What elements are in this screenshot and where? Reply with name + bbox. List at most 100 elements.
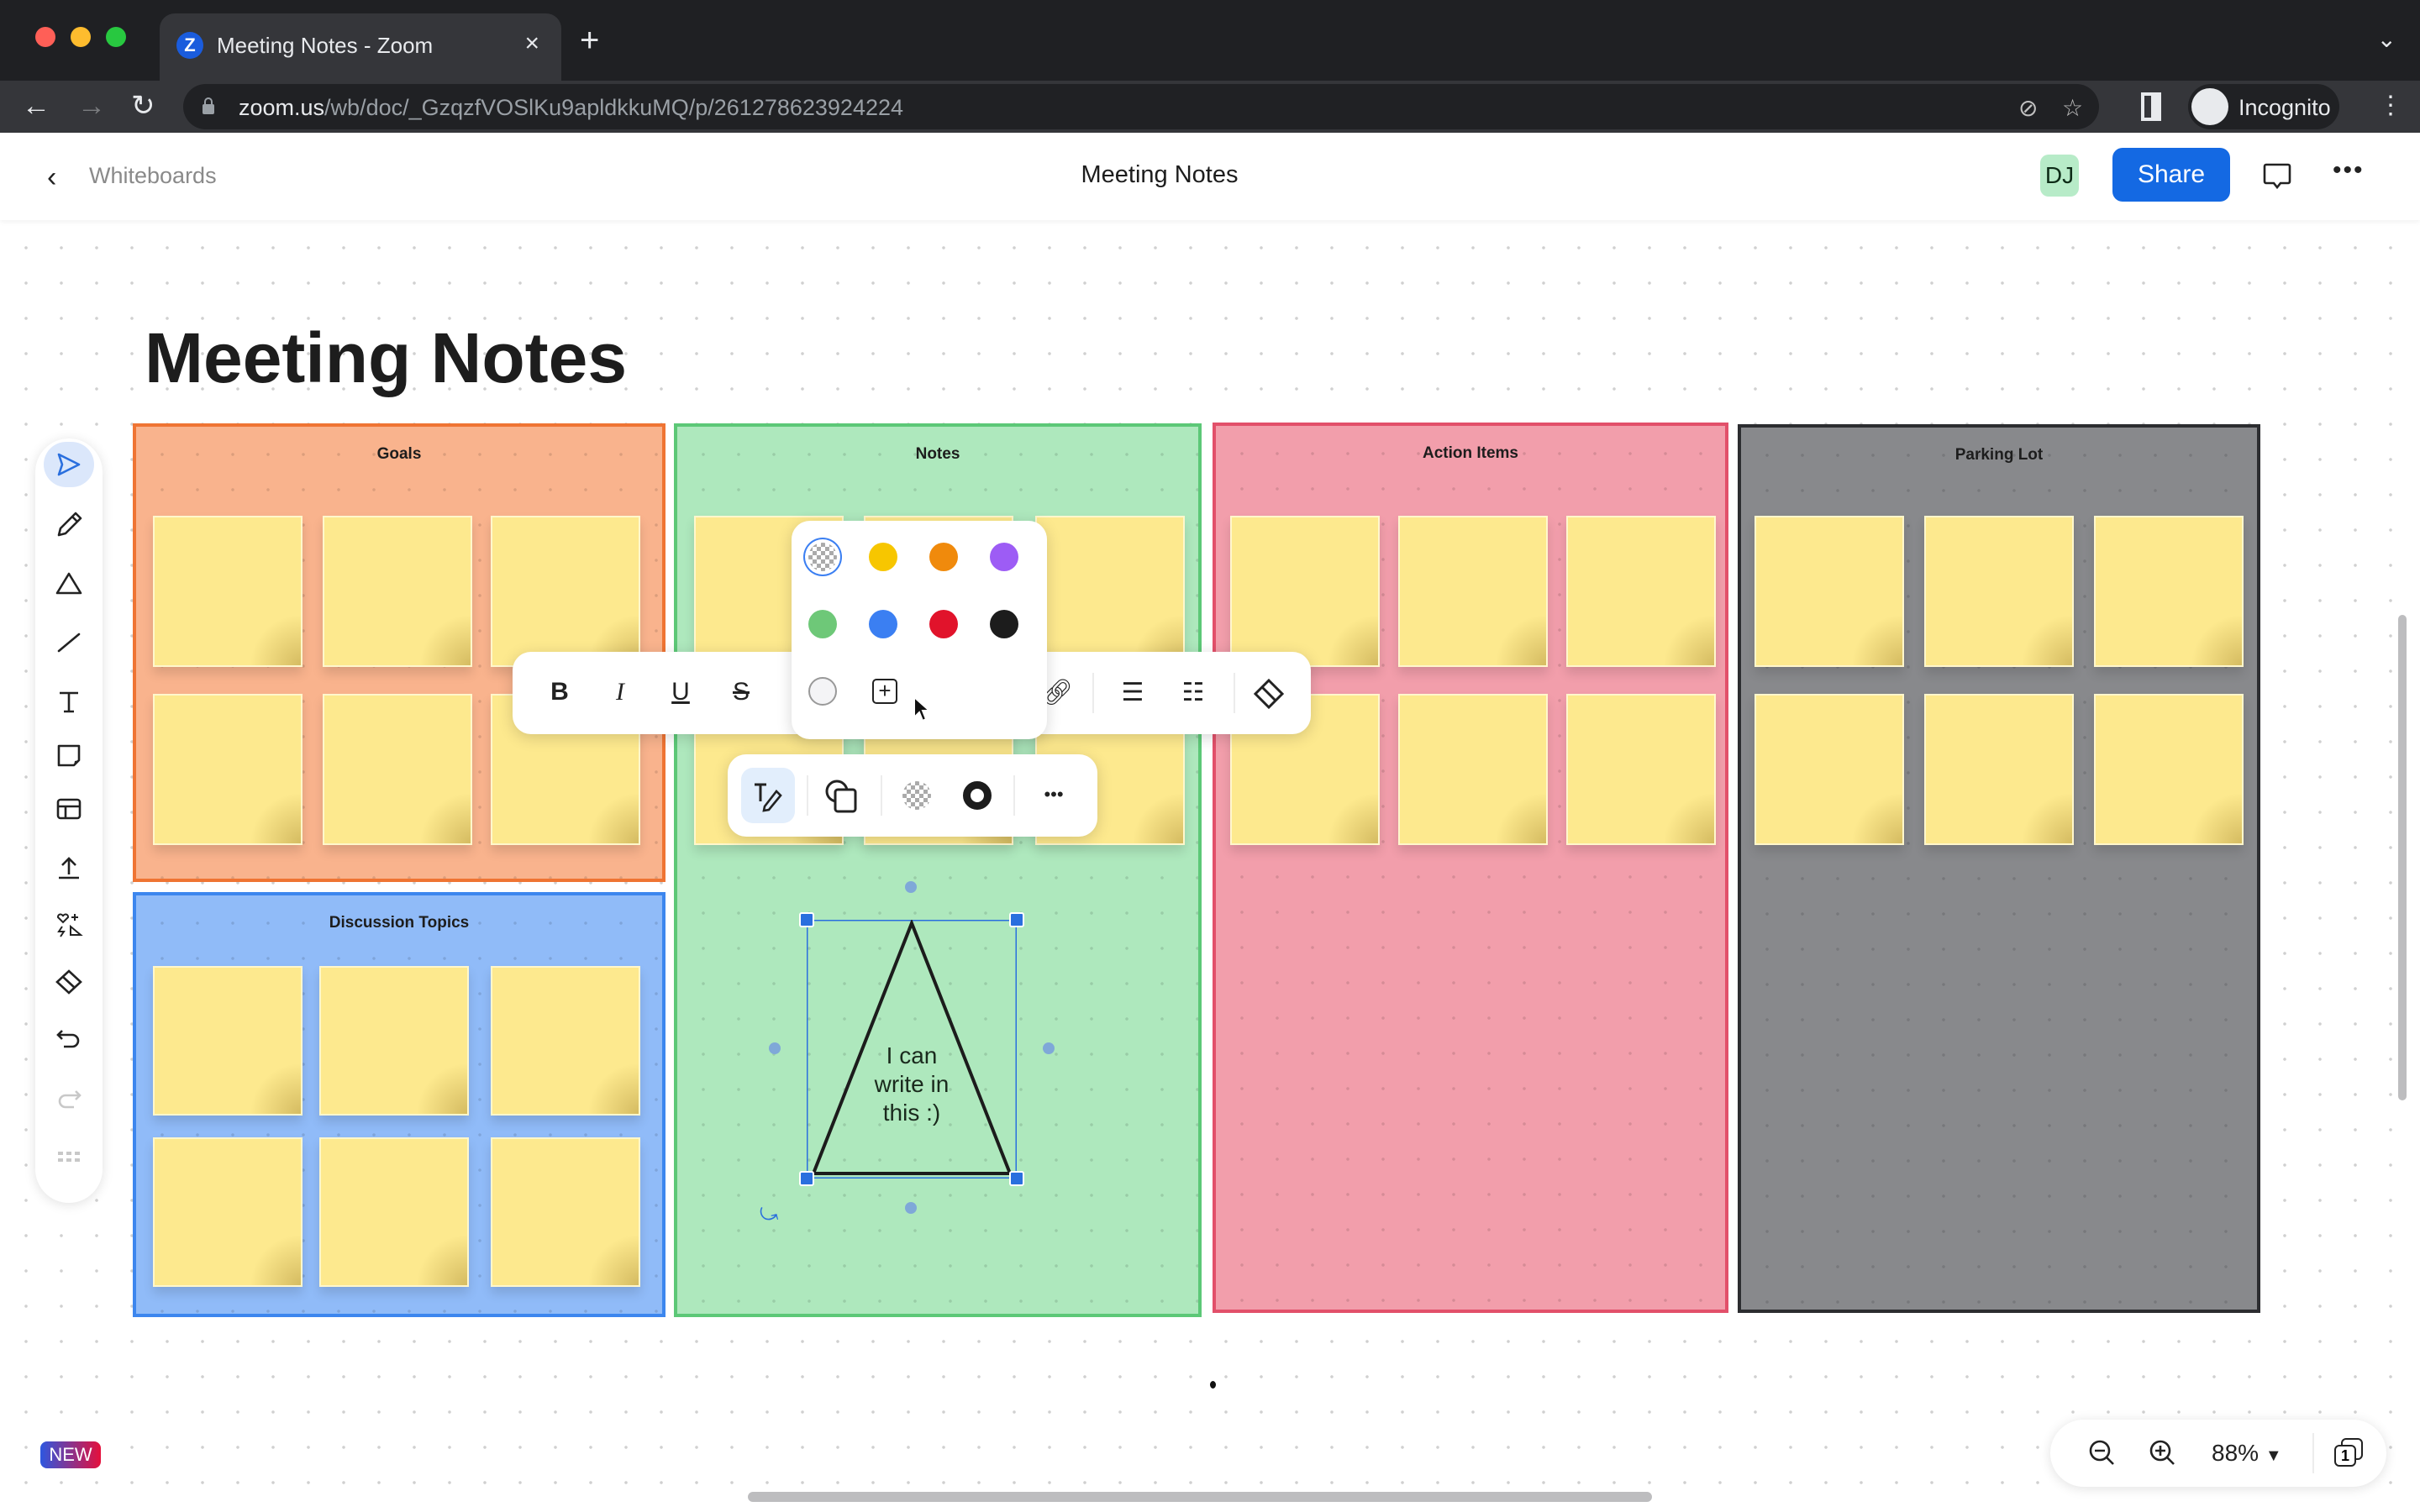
connector-point[interactable] — [769, 1042, 781, 1054]
side-panel-icon[interactable] — [2141, 92, 2161, 121]
sticky-note[interactable] — [1230, 516, 1380, 667]
swatch-yellow[interactable] — [869, 543, 897, 571]
stickers-tool[interactable] — [44, 902, 94, 948]
browser-tab[interactable]: Z Meeting Notes - Zoom × — [160, 13, 561, 81]
line-tool[interactable] — [44, 620, 94, 665]
numbered-list-icon[interactable]: ☷ — [1170, 669, 1217, 716]
back-arrow-icon[interactable]: ← — [22, 89, 50, 123]
new-tab-button[interactable]: + — [580, 24, 599, 57]
shape-more-button[interactable]: ••• — [1030, 771, 1077, 818]
resize-handle[interactable] — [799, 1171, 814, 1186]
undo-button[interactable] — [44, 1016, 94, 1062]
swatch-black[interactable] — [990, 610, 1018, 638]
resize-handle[interactable] — [1009, 912, 1024, 927]
select-tool[interactable] — [44, 442, 94, 487]
strikethrough-button[interactable]: S — [718, 669, 765, 716]
eye-off-icon[interactable]: ⊘ — [2018, 94, 2038, 122]
sticky-note[interactable] — [1035, 516, 1185, 667]
shape-type-icon[interactable] — [823, 778, 860, 815]
vertical-scrollbar[interactable] — [2398, 615, 2407, 1100]
browser-tab-bar: Z Meeting Notes - Zoom × + ⌄ — [0, 0, 2420, 81]
window-close-button[interactable] — [35, 27, 55, 47]
eraser-tool[interactable] — [44, 959, 94, 1005]
sticky-note[interactable] — [1924, 516, 2074, 667]
sticky-note[interactable] — [1566, 516, 1716, 667]
sticky-note[interactable] — [2094, 694, 2244, 845]
more-tools-button[interactable] — [44, 1134, 94, 1179]
redo-button[interactable] — [44, 1077, 94, 1122]
text-tool[interactable] — [44, 679, 94, 724]
window-maximize-button[interactable] — [106, 27, 126, 47]
sticky-note[interactable] — [153, 694, 302, 845]
zoom-in-icon[interactable] — [2148, 1438, 2178, 1468]
tab-search-chevron-icon[interactable]: ⌄ — [2377, 25, 2396, 53]
zoom-out-icon[interactable] — [2087, 1438, 2118, 1468]
sticky-note[interactable] — [1398, 516, 1548, 667]
sticky-note[interactable] — [1754, 516, 1904, 667]
pen-tool[interactable] — [44, 502, 94, 548]
tab-close-icon[interactable]: × — [524, 29, 539, 59]
connector-point[interactable] — [905, 1202, 917, 1214]
edit-text-button[interactable] — [741, 768, 795, 823]
swatch-orange[interactable] — [929, 543, 958, 571]
fill-color-button[interactable] — [902, 781, 931, 810]
more-options-button[interactable]: ••• — [2333, 156, 2365, 185]
sticky-note[interactable] — [319, 966, 469, 1116]
document-title[interactable]: Meeting Notes — [0, 161, 2319, 189]
sticky-note[interactable] — [1398, 694, 1548, 845]
shapes-tool[interactable] — [44, 561, 94, 606]
bookmark-star-icon[interactable]: ☆ — [2062, 94, 2083, 122]
share-button[interactable]: Share — [2112, 148, 2230, 202]
address-bar[interactable]: zoom.us/wb/doc/_GzqzfVOSlKu9apldkkuMQ/p/… — [183, 84, 2099, 129]
frame-title: Discussion Topics — [329, 914, 470, 932]
window-minimize-button[interactable] — [71, 27, 91, 47]
sticky-note[interactable] — [491, 516, 640, 667]
swatch-green[interactable] — [808, 610, 837, 638]
new-badge[interactable]: NEW — [40, 1441, 101, 1468]
italic-button[interactable]: I — [597, 669, 644, 716]
sticky-note[interactable] — [491, 1137, 640, 1287]
swatch-blue[interactable] — [869, 610, 897, 638]
comment-icon[interactable] — [2262, 161, 2292, 192]
canvas-dot-mark[interactable] — [1210, 1381, 1216, 1389]
border-style-button[interactable] — [963, 781, 992, 810]
sticky-note[interactable] — [153, 1137, 302, 1287]
horizontal-scrollbar[interactable] — [748, 1492, 1652, 1502]
underline-button[interactable]: U — [657, 669, 704, 716]
swatch-purple[interactable] — [990, 543, 1018, 571]
swatch-white[interactable] — [808, 677, 837, 706]
pages-button[interactable]: 1 — [2333, 1436, 2366, 1470]
zoom-level-dropdown[interactable]: 88% ▼ — [2212, 1440, 2282, 1467]
sticky-note[interactable] — [153, 966, 302, 1116]
bold-button[interactable]: B — [536, 669, 583, 716]
shape-text[interactable]: I can write in this :) — [807, 1042, 1017, 1127]
add-custom-color-button[interactable]: + — [872, 679, 897, 704]
browser-menu-icon[interactable]: ⋮ — [2378, 89, 2403, 123]
connector-point[interactable] — [905, 881, 917, 893]
swatch-red[interactable] — [929, 610, 958, 638]
sticky-note[interactable] — [153, 516, 302, 667]
template-tool[interactable] — [44, 786, 94, 832]
eraser-icon[interactable] — [1252, 677, 1286, 711]
upload-tool[interactable] — [44, 845, 94, 890]
sticky-note[interactable] — [491, 966, 640, 1116]
bullet-list-icon[interactable]: ☰ — [1109, 669, 1156, 716]
resize-handle[interactable] — [1009, 1171, 1024, 1186]
board-title[interactable]: Meeting Notes — [145, 318, 627, 399]
sticky-note[interactable] — [1754, 694, 1904, 845]
sticky-note[interactable] — [1924, 694, 2074, 845]
resize-handle[interactable] — [799, 912, 814, 927]
forward-arrow-icon[interactable]: → — [77, 89, 106, 123]
sticky-note[interactable] — [1566, 694, 1716, 845]
sticky-note[interactable] — [2094, 516, 2244, 667]
swatch-transparent[interactable] — [808, 543, 837, 571]
reload-icon[interactable]: ↻ — [131, 89, 155, 123]
sticky-note[interactable] — [319, 1137, 469, 1287]
avatar[interactable]: DJ — [2040, 155, 2079, 197]
grid-dots-icon — [58, 1152, 80, 1162]
sticky-note[interactable] — [323, 516, 472, 667]
sticky-note-tool[interactable] — [44, 732, 94, 778]
connector-point[interactable] — [1043, 1042, 1055, 1054]
sticky-note[interactable] — [323, 694, 472, 845]
incognito-profile-button[interactable]: Incognito — [2188, 84, 2339, 129]
